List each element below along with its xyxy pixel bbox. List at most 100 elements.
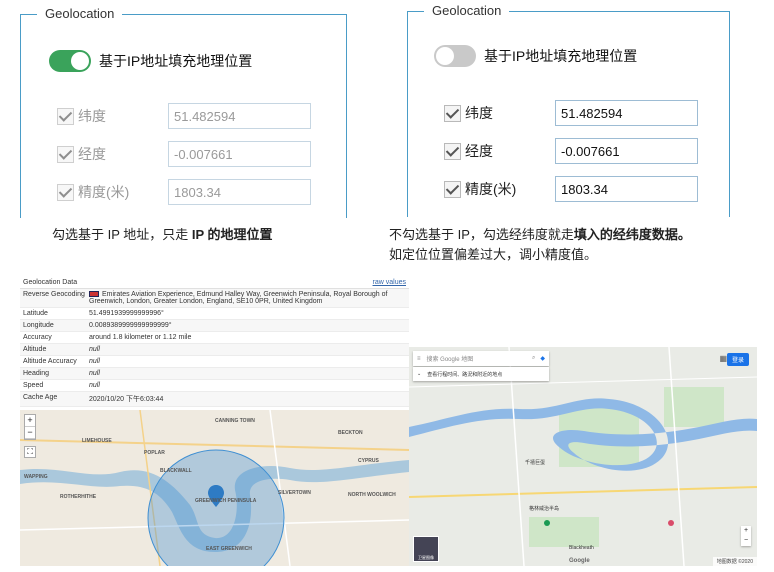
menu-icon[interactable]: ≡ [417, 356, 421, 362]
latitude-label: 纬度 [78, 108, 106, 124]
latitude-checkbox[interactable] [57, 107, 74, 125]
geolocation-panel-ip-off: Geolocation 基于IP地址填充地理位置 纬度 经度 精度(米) [407, 3, 730, 217]
login-button[interactable]: 登录 [726, 353, 749, 366]
map-label: 格林威治半岛 [529, 506, 560, 512]
row-key: Latitude [23, 310, 48, 317]
ip-toggle-switch[interactable] [49, 50, 91, 72]
row-value: null [89, 358, 406, 365]
map-label: Blackheath [569, 545, 594, 551]
longitude-checkbox[interactable] [444, 142, 461, 160]
geo-table-title: Geolocation Data [23, 279, 78, 286]
left-map[interactable]: + − ⛶ CANNING TOWN BECKTON LIMEHOUSE POP… [20, 410, 409, 566]
table-row: Heading null [20, 368, 409, 380]
row-value: Emirates Aviation Experience, Edmund Hal… [89, 291, 406, 305]
chevron-down-icon: ⌄ [417, 371, 422, 377]
right-caption-line1: 不勾选基于 IP，勾选经纬度就走填入的经纬度数据。 [389, 225, 691, 245]
map-zoom-control: + − [24, 414, 36, 440]
toggle-knob [436, 47, 454, 65]
ip-toggle-switch[interactable] [434, 45, 476, 67]
map-zoom-control: + − [741, 526, 751, 546]
toggle-label: 基于IP地址填充地理位置 [99, 53, 253, 69]
latitude-input[interactable] [168, 103, 311, 129]
accuracy-checkbox[interactable] [57, 183, 74, 201]
null-value: null [89, 370, 100, 377]
longitude-label: 经度 [465, 143, 493, 159]
longitude-row: 经度 [57, 141, 311, 167]
row-value: around 1.8 kilometer or 1.12 mile [89, 334, 192, 341]
satellite-label: 卫星图像 [418, 555, 434, 560]
map-label: NORTH WOOLWICH [348, 492, 396, 498]
reverse-geocoding-value: Emirates Aviation Experience, Edmund Hal… [89, 291, 388, 305]
longitude-label: 经度 [78, 146, 106, 162]
zoom-out-button[interactable]: − [25, 427, 35, 439]
accuracy-label: 精度(米) [78, 184, 130, 200]
table-row: Altitude null [20, 344, 409, 356]
row-value: null [89, 346, 406, 353]
zoom-out-button[interactable]: − [741, 536, 751, 546]
row-key: Altitude [23, 346, 47, 353]
map-label: ROTHERHITHE [60, 494, 97, 500]
satellite-toggle[interactable]: 卫星图像 [413, 536, 439, 562]
map-label: GREENWICH PENINSULA [195, 498, 257, 504]
raw-values-link[interactable]: raw values [373, 279, 406, 287]
table-row: Altitude Accuracy null [20, 356, 409, 368]
accuracy-input[interactable] [168, 179, 311, 205]
map-label: BECKTON [338, 430, 363, 436]
longitude-checkbox[interactable] [57, 145, 74, 163]
panel-title: Geolocation [37, 6, 123, 22]
accuracy-row: 精度(米) [57, 179, 311, 205]
null-value: null [89, 358, 100, 365]
longitude-input[interactable] [555, 138, 698, 164]
map-label: EAST GREENWICH [206, 546, 252, 552]
null-value: null [89, 346, 100, 353]
search-input[interactable]: 搜索 Google 地图 [427, 354, 532, 363]
row-value: 51.4991939999999996° [89, 310, 164, 317]
table-row: Cache Age 2020/10/20 下午6:03:44 [20, 392, 409, 407]
suggestion-text: 查看行程时间、路況和附近的地点 [427, 371, 503, 378]
zoom-in-button[interactable]: + [25, 415, 35, 427]
map-label: 千禧巨蛋 [525, 460, 546, 466]
geo-rows: Reverse Geocoding Emirates Aviation Expe… [20, 289, 409, 407]
zoom-in-button[interactable]: + [741, 526, 751, 536]
map-label: CYPRUS [358, 458, 379, 464]
left-caption-bold: IP 的地理位置 [191, 227, 273, 242]
right-caption-text: 不勾选基于 IP，勾选经纬度就走 [389, 227, 574, 242]
google-logo: Google [569, 558, 590, 564]
row-key: Heading [23, 370, 50, 377]
geo-table-header: Geolocation Data raw values [20, 278, 409, 289]
table-row: Latitude 51.4991939999999996° [20, 308, 409, 320]
map-label: SILVERTOWN [278, 490, 311, 496]
recent-suggestions[interactable]: ⌄ 查看行程时间、路況和附近的地点 [413, 367, 549, 381]
right-map[interactable]: ≡ 搜索 Google 地图 ⌕ ◆ ⌄ 查看行程时间、路況和附近的地点 ▦ 登… [409, 347, 757, 566]
ip-toggle-row: 基于IP地址填充地理位置 [49, 50, 252, 72]
search-icon[interactable]: ⌕ [532, 355, 535, 362]
row-key: Accuracy [23, 334, 52, 341]
row-key: Longitude [23, 322, 54, 329]
fullscreen-icon[interactable]: ⛶ [24, 446, 36, 458]
right-caption-line2: 如定位位置偏差过大，调小精度值。 [389, 247, 598, 262]
row-key: Speed [23, 382, 44, 389]
google-search-box[interactable]: ≡ 搜索 Google 地图 ⌕ ◆ [413, 351, 549, 366]
table-row: Accuracy around 1.8 kilometer or 1.12 mi… [20, 332, 409, 344]
row-value: null [89, 382, 406, 389]
map-label: POPLAR [144, 450, 165, 456]
row-value: 2020/10/20 下午6:03:44 [89, 396, 164, 403]
row-value: 0.0089389999999999999° [89, 322, 172, 329]
latitude-row: 纬度 [444, 100, 698, 126]
map-footer: 地图数据 ©2020 [712, 557, 757, 566]
latitude-checkbox[interactable] [444, 104, 461, 122]
row-value: null [89, 370, 406, 377]
row-key: Cache Age [23, 394, 58, 401]
accuracy-input[interactable] [555, 176, 698, 202]
geolocation-data-table: Geolocation Data raw values Reverse Geoc… [20, 278, 409, 408]
directions-icon[interactable]: ◆ [540, 355, 545, 362]
uk-flag-icon [89, 291, 99, 298]
longitude-input[interactable] [168, 141, 311, 167]
table-row: Reverse Geocoding Emirates Aviation Expe… [20, 289, 409, 308]
map-label: BLACKWALL [160, 468, 192, 474]
latitude-label: 纬度 [465, 105, 493, 121]
map-label: LIMEHOUSE [82, 438, 112, 444]
latitude-input[interactable] [555, 100, 698, 126]
accuracy-checkbox[interactable] [444, 180, 461, 198]
apps-grid-icon[interactable]: ▦ [719, 354, 727, 363]
